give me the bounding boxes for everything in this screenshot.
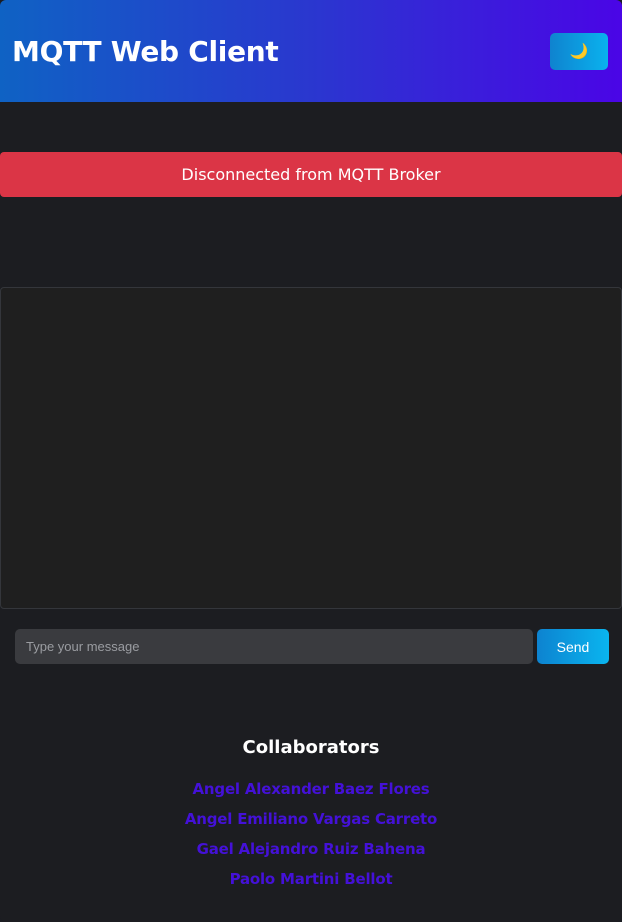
- collaborator-link[interactable]: Angel Emiliano Vargas Carreto: [185, 810, 437, 828]
- collaborators-section: Collaborators Angel Alexander Baez Flore…: [0, 736, 622, 894]
- app-header: MQTT Web Client 🌙: [0, 0, 622, 102]
- message-composer: Send: [15, 629, 609, 664]
- app-window: MQTT Web Client 🌙 Disconnected from MQTT…: [0, 0, 622, 922]
- app-title: MQTT Web Client: [12, 34, 279, 68]
- moon-icon: 🌙: [569, 42, 589, 60]
- collaborator-link[interactable]: Angel Alexander Baez Flores: [193, 780, 430, 798]
- connection-status-text: Disconnected from MQTT Broker: [181, 165, 441, 184]
- collaborators-list: Angel Alexander Baez Flores Angel Emilia…: [0, 774, 622, 894]
- message-input[interactable]: [15, 629, 533, 664]
- send-button[interactable]: Send: [537, 629, 609, 664]
- collaborator-link[interactable]: Paolo Martini Bellot: [230, 870, 393, 888]
- list-item: Gael Alejandro Ruiz Bahena: [0, 834, 622, 864]
- list-item: Angel Emiliano Vargas Carreto: [0, 804, 622, 834]
- message-log[interactable]: [0, 287, 622, 609]
- list-item: Paolo Martini Bellot: [0, 864, 622, 894]
- connection-status-banner: Disconnected from MQTT Broker: [0, 152, 622, 197]
- collaborator-link[interactable]: Gael Alejandro Ruiz Bahena: [197, 840, 426, 858]
- theme-toggle-button[interactable]: 🌙: [550, 32, 608, 70]
- collaborators-title: Collaborators: [242, 737, 380, 758]
- list-item: Angel Alexander Baez Flores: [0, 774, 622, 804]
